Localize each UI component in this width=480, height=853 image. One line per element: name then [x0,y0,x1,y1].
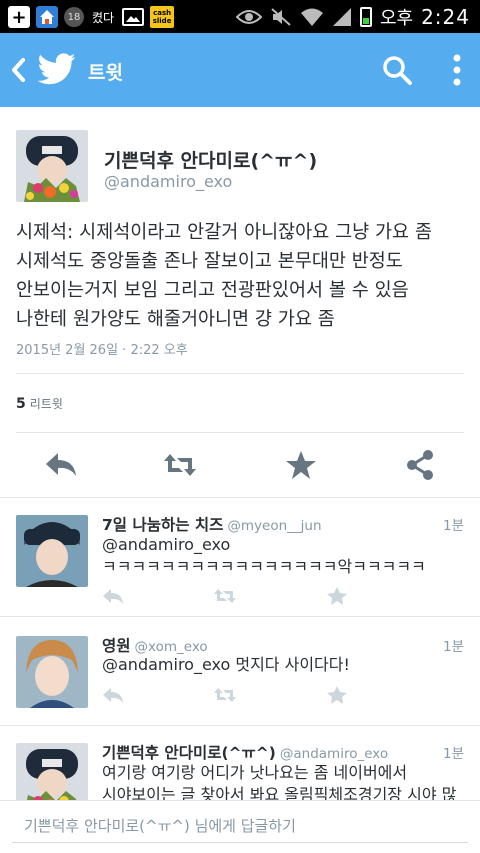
retweet-icon[interactable] [214,587,236,605]
wifi-icon [300,8,323,26]
favorite-star-icon[interactable] [326,587,348,605]
status-ampm: 오후 [379,8,414,29]
reply-author-name: 7일 나눔하는 치즈 [102,516,224,534]
battery-icon [359,7,372,27]
reply-author-name: 영원 [102,637,131,655]
reply-author-handle: @andamiro_exo [279,746,389,762]
status-time: 2:24 [421,5,470,29]
divider [16,373,464,374]
tweet-text: 시제석: 시제석이라고 안갈거 아니잖아요 그냥 가요 좀 시제석도 중앙돌출 … [16,218,468,334]
reply-text-line: 여기랑 여기랑 어디가 낫나요는 좀 네이버에서 [102,763,408,782]
cash-slide-icon: cash slide [150,6,175,28]
reply-text-line: ㅋㅋㅋㅋㅋㅋㅋㅋㅋㅋㅋㅋㅋㅋㅋㅋ악ㅋㅋㅋㅋㅋ [102,557,426,576]
notification-text: 켰다 [92,10,115,25]
tweet-text-line: 시제석: 시제석이라고 안갈거 아니잖아요 그냥 가요 좀 [16,222,432,243]
badge-icon: 18 [64,7,84,27]
reply-input[interactable] [12,809,468,843]
author-handle[interactable]: @andamiro_exo [104,172,232,191]
twitter-bird-icon[interactable] [38,53,76,85]
reply-author[interactable]: 기쁜덕후 안다미로(^ㅠ^) @andamiro_exo [102,741,388,763]
app-bar: 트윗 [0,33,480,107]
reply-text-line: @andamiro_exo 멋지다 사이다다! [102,655,350,674]
author-name[interactable]: 기쁜덕후 안다미로(^ㅠ^) [104,146,317,173]
retweet-stats[interactable]: 5 리트윗 [16,395,63,412]
overflow-menu-icon[interactable] [452,53,462,87]
reply-time: 1분 [442,746,464,762]
tweet-timestamp: 2015년 2월 26일 · 2:22 오후 [16,343,188,358]
tweet-text-line: 안보이는거지 보임 그리고 전광판있어서 볼 수 있음 [16,280,409,301]
tweet-text-line: 나한테 원가양도 해줄거아니면 걍 가요 좀 [16,309,335,330]
image-icon [122,8,145,26]
reply-author-name: 기쁜덕후 안다미로(^ㅠ^) [102,744,276,762]
back-arrow-icon[interactable] [10,57,26,83]
eye-icon [235,10,262,24]
retweet-count: 5 [16,396,26,412]
add-notification-icon: + [8,6,30,28]
divider [0,616,480,617]
reply-text-line: @andamiro_exo [102,535,231,554]
favorite-star-icon[interactable] [284,450,318,480]
reply-author[interactable]: 7일 나눔하는 치즈 @myeon__jun [102,513,322,535]
reply-text: @andamiro_exo ㅋㅋㅋㅋㅋㅋㅋㅋㅋㅋㅋㅋㅋㅋㅋㅋ악ㅋㅋㅋㅋㅋ [102,534,464,578]
retweet-icon[interactable] [214,686,236,704]
tweet-text-line: 시제석도 중앙돌출 존나 잘보이고 본무대만 반정도 [16,251,403,272]
reply-author[interactable]: 영원 @xom_exo [102,634,208,656]
author-avatar[interactable] [16,130,88,202]
retweet-icon[interactable] [163,450,197,480]
reply-text: @andamiro_exo 멋지다 사이다다! [102,654,464,676]
reply-icon[interactable] [102,686,124,704]
divider [0,725,480,726]
reply-time: 1분 [442,639,464,655]
home-app-icon [36,6,58,28]
search-icon[interactable] [382,55,412,85]
reply-icon[interactable] [44,450,78,480]
notification-icons: + 18 켰다 cash slide [8,5,175,29]
retweet-label: 리트윗 [29,397,63,411]
status-bar: + 18 켰다 cash slide 오후 2:24 [0,0,480,33]
signal-icon [332,8,351,26]
mute-icon [271,8,291,26]
reply-avatar[interactable] [16,636,88,708]
reply-author-handle: @xom_exo [134,639,208,655]
page-title: 트윗 [88,62,123,84]
divider [0,497,480,498]
divider [16,432,464,433]
reply-avatar[interactable] [16,515,88,587]
system-icons: 오후 2:24 [235,4,470,30]
reply-icon[interactable] [102,587,124,605]
share-icon[interactable] [403,450,437,480]
reply-composer [0,800,480,853]
reply-author-handle: @myeon__jun [227,518,322,534]
favorite-star-icon[interactable] [326,686,348,704]
reply-time: 1분 [442,518,464,534]
